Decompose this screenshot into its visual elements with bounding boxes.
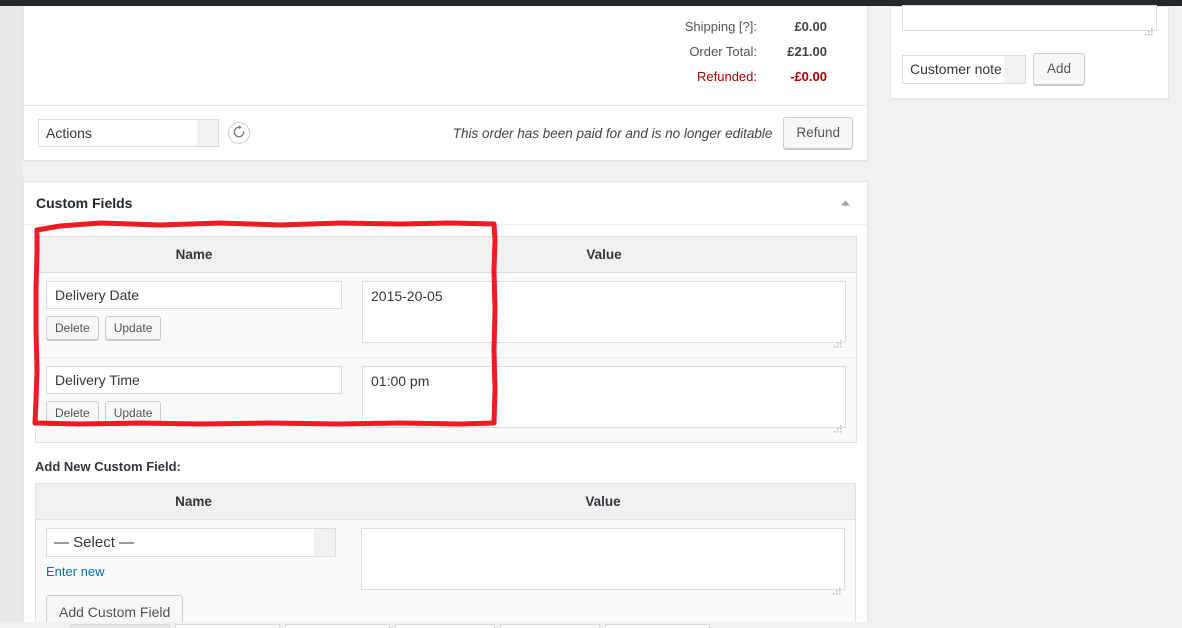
left-gutter: [0, 6, 23, 628]
refunded-label: Refunded:: [697, 69, 757, 84]
custom-field-row-buttons: Delete Update: [46, 316, 342, 341]
custom-field-value-cell: [352, 272, 857, 359]
custom-field-value-cell: [352, 358, 857, 443]
custom-fields-panel: Custom Fields Name Value Delivery Date D…: [23, 181, 868, 628]
custom-field-value-textarea[interactable]: [362, 366, 846, 429]
custom-field-row-buttons: Delete Update: [46, 401, 342, 426]
table-row: — Select — Enter new Add Custom Field: [36, 520, 856, 628]
refunded-amount: -£0.00: [790, 69, 827, 84]
bottom-cutoff-strip: [0, 622, 1182, 628]
textarea-wrapper: [362, 281, 846, 348]
shipping-amount: £0.00: [794, 19, 827, 34]
update-button[interactable]: Update: [104, 401, 162, 426]
add-custom-field-table: Name Value — Select — Enter new Add Cust…: [35, 483, 856, 628]
screen-root: Shipping [?]: £0.00 Order Total: £21.00 …: [0, 0, 1182, 628]
order-note-textarea[interactable]: [902, 5, 1157, 31]
delete-button[interactable]: Delete: [46, 316, 99, 341]
order-total-label: Order Total:: [689, 44, 757, 59]
add-note-button[interactable]: Add: [1033, 53, 1086, 86]
bottom-tab[interactable]: [175, 624, 280, 628]
new-field-name-select[interactable]: — Select —: [46, 528, 336, 558]
refresh-icon: [232, 124, 246, 142]
new-field-value-textarea[interactable]: [361, 528, 845, 591]
chevron-up-icon[interactable]: [835, 193, 855, 213]
note-type-select[interactable]: Customer note: [902, 54, 1026, 84]
table-header-row: Name Value: [35, 483, 856, 521]
order-notes-panel: Customer note Add: [890, 5, 1169, 100]
textarea-wrapper: [902, 5, 1157, 36]
table-header-row: Name Value: [35, 236, 857, 274]
custom-field-name-input[interactable]: [46, 366, 342, 395]
sidebar-column: Customer note Add: [890, 5, 1169, 100]
main-column: Shipping [?]: £0.00 Order Total: £21.00 …: [23, 6, 868, 628]
textarea-wrapper: [361, 528, 845, 595]
custom-fields-table: Name Value Delete Update: [35, 236, 857, 444]
new-field-value-cell: [351, 520, 856, 628]
update-button[interactable]: Update: [104, 316, 162, 341]
new-field-name-cell: — Select — Enter new Add Custom Field: [36, 520, 352, 628]
bottom-tab[interactable]: [395, 624, 495, 628]
table-row: Delete Update: [36, 358, 857, 443]
delete-button[interactable]: Delete: [46, 401, 99, 426]
custom-field-name-input[interactable]: [46, 281, 342, 310]
table-row: Shipping [?]: £0.00: [685, 14, 827, 39]
custom-field-name-cell: Delete Update: [35, 272, 352, 359]
apply-action-button[interactable]: [228, 122, 250, 145]
order-note-controls: Customer note Add: [902, 53, 1157, 86]
add-custom-field-table-body: — Select — Enter new Add Custom Field: [36, 520, 856, 628]
enter-new-link[interactable]: Enter new: [46, 564, 105, 579]
order-actions-right: This order has been paid for and is no l…: [452, 117, 853, 150]
order-total-amount: £21.00: [787, 44, 827, 59]
shipping-label: Shipping [?]:: [684, 19, 757, 34]
refund-button[interactable]: Refund: [783, 117, 853, 150]
order-totals-table: Shipping [?]: £0.00 Order Total: £21.00 …: [685, 14, 827, 89]
bottom-tab[interactable]: [500, 624, 600, 628]
order-actions-left: Actions: [38, 119, 250, 148]
page-title: Custom Fields: [36, 195, 133, 212]
column-header-value: Value: [351, 483, 856, 521]
add-new-custom-field-heading: Add New Custom Field:: [35, 459, 181, 475]
table-row: Order Total: £21.00: [685, 39, 827, 64]
custom-fields-panel-body: Name Value Delete Update: [24, 225, 867, 628]
custom-field-value-textarea[interactable]: [362, 281, 846, 344]
order-totals-section: Shipping [?]: £0.00 Order Total: £21.00 …: [24, 6, 867, 105]
table-row: Delete Update: [35, 272, 857, 359]
bottom-tab[interactable]: [70, 624, 170, 628]
order-actions-select[interactable]: Actions: [38, 119, 219, 148]
custom-fields-table-body: Delete Update: [35, 272, 857, 443]
custom-fields-table-head: Name Value: [35, 236, 857, 274]
bottom-tab[interactable]: [285, 624, 390, 628]
bottom-tab[interactable]: [605, 624, 710, 628]
table-row: Refunded: -£0.00: [685, 64, 827, 89]
custom-fields-panel-header: Custom Fields: [24, 182, 867, 226]
column-header-name: Name: [35, 483, 351, 521]
add-custom-field-table-head: Name Value: [35, 483, 856, 521]
order-paid-notice: This order has been paid for and is no l…: [452, 125, 773, 141]
custom-field-name-cell: Delete Update: [36, 358, 353, 443]
order-actions-bar: Actions This order has been paid for and…: [24, 105, 867, 161]
textarea-wrapper: [362, 366, 846, 433]
column-header-name: Name: [35, 236, 352, 274]
column-header-value: Value: [352, 236, 857, 274]
order-items-panel: Shipping [?]: £0.00 Order Total: £21.00 …: [23, 6, 868, 162]
